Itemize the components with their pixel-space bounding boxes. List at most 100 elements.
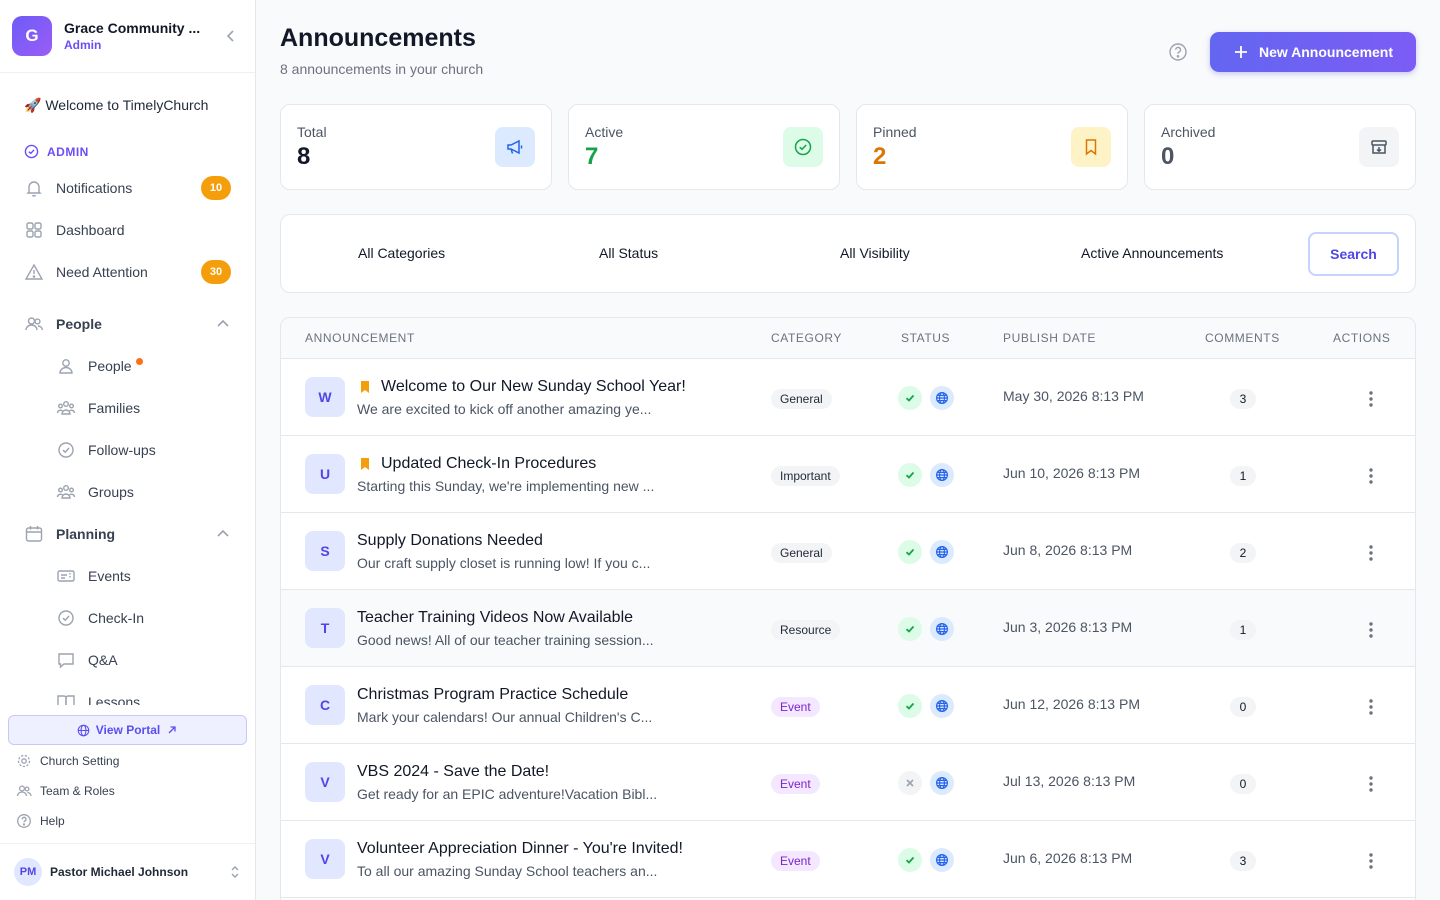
sidebar-group-people[interactable]: People xyxy=(16,306,239,342)
stat-label: Active xyxy=(585,124,624,140)
announcement-description: To all our amazing Sunday School teacher… xyxy=(357,863,658,879)
table-header: ANNOUNCEMENT CATEGORY STATUS PUBLISH DAT… xyxy=(281,318,1415,359)
help-label: Help xyxy=(40,814,65,828)
category-badge: Important xyxy=(771,466,840,486)
category-badge: Event xyxy=(771,774,820,794)
announcement-title-text: Teacher Training Videos Now Available xyxy=(357,609,634,626)
announcement-description: We are excited to kick off another amazi… xyxy=(357,401,652,417)
sidebar-group-planning[interactable]: Planning xyxy=(16,516,239,552)
x-icon xyxy=(906,779,914,787)
active-status-icon xyxy=(898,463,922,487)
row-actions-button[interactable] xyxy=(1359,464,1383,488)
sidebar-item-label: Check-In xyxy=(88,610,145,626)
user-menu[interactable]: PM Pastor Michael Johnson xyxy=(0,843,255,900)
sidebar-item-need-attention[interactable]: Need Attention 30 xyxy=(16,254,239,290)
team-roles-link[interactable]: Team & Roles xyxy=(16,781,115,801)
sidebar-item-label: Need Attention xyxy=(56,264,148,280)
more-vertical-icon xyxy=(1369,853,1373,869)
comments-count: 3 xyxy=(1230,851,1256,871)
announcement-title[interactable]: Teacher Training Videos Now Available xyxy=(357,609,633,627)
table-row[interactable]: U Updated Check-In Procedures Starting thi… xyxy=(281,436,1415,513)
visibility-filter[interactable]: All Visibility xyxy=(840,245,910,261)
globe-icon xyxy=(936,700,948,712)
globe-icon xyxy=(936,546,948,558)
announcement-initial: S xyxy=(305,531,345,571)
table-row[interactable]: V Volunteer Appreciation Dinner - You're … xyxy=(281,821,1415,898)
sidebar-item-label: Events xyxy=(88,568,131,584)
row-actions-button[interactable] xyxy=(1359,618,1383,642)
welcome-link[interactable]: 🚀 Welcome to TimelyChurch xyxy=(24,97,208,114)
category-badge: Resource xyxy=(771,620,841,640)
active-status-icon xyxy=(898,540,922,564)
sidebar-item-dashboard[interactable]: Dashboard xyxy=(16,212,239,248)
comments-count: 0 xyxy=(1230,697,1256,717)
more-vertical-icon xyxy=(1369,699,1373,715)
help-circle-icon xyxy=(1169,43,1187,61)
scope-filter[interactable]: Active Announcements xyxy=(1081,245,1223,261)
avatar: PM xyxy=(14,858,42,886)
stat-label: Total xyxy=(297,124,327,140)
publish-date: Jun 10, 2026 8:13 PM xyxy=(1003,465,1140,481)
announcement-initial: W xyxy=(305,377,345,417)
more-vertical-icon xyxy=(1369,468,1373,484)
stat-value: 8 xyxy=(297,143,311,170)
table-row[interactable]: W Welcome to Our New Sunday School Year! W… xyxy=(281,359,1415,436)
sidebar-item-groups[interactable]: Groups xyxy=(48,474,238,510)
check-circle-icon xyxy=(783,127,823,167)
chevron-up-icon xyxy=(217,529,229,537)
check-icon xyxy=(905,625,915,633)
comments-count: 2 xyxy=(1230,543,1256,563)
comments-count: 3 xyxy=(1230,389,1256,409)
announcement-title[interactable]: Welcome to Our New Sunday School Year! xyxy=(357,378,686,396)
row-actions-button[interactable] xyxy=(1359,541,1383,565)
column-header: ANNOUNCEMENT xyxy=(305,331,415,345)
row-actions-button[interactable] xyxy=(1359,695,1383,719)
sidebar-item-people[interactable]: People xyxy=(48,348,238,384)
megaphone-icon xyxy=(495,127,535,167)
new-announcement-button[interactable]: New Announcement xyxy=(1210,32,1416,72)
publish-date: Jun 12, 2026 8:13 PM xyxy=(1003,696,1140,712)
announcement-title-text: Welcome to Our New Sunday School Year! xyxy=(381,378,686,395)
comments-count: 0 xyxy=(1230,774,1256,794)
status-filter[interactable]: All Status xyxy=(599,245,658,261)
church-setting-link[interactable]: Church Setting xyxy=(16,751,119,771)
announcement-title[interactable]: Updated Check-In Procedures xyxy=(357,455,596,473)
publish-date: Jun 3, 2026 8:13 PM xyxy=(1003,619,1133,635)
sidebar-item-followups[interactable]: Follow-ups xyxy=(48,432,238,468)
sidebar-item-qa[interactable]: Q&A xyxy=(48,642,238,678)
sidebar-item-checkin[interactable]: Check-In xyxy=(48,600,238,636)
sidebar-item-lessons[interactable]: Lessons xyxy=(48,684,238,705)
announcement-title[interactable]: Supply Donations Needed xyxy=(357,532,543,550)
org-header[interactable]: G Grace Community ... Admin xyxy=(0,0,255,73)
collapse-sidebar-button[interactable] xyxy=(219,24,243,48)
row-actions-button[interactable] xyxy=(1359,849,1383,873)
announcement-title[interactable]: VBS 2024 - Save the Date! xyxy=(357,763,549,781)
search-button[interactable]: Search xyxy=(1308,232,1399,276)
announcement-title[interactable]: Volunteer Appreciation Dinner - You're I… xyxy=(357,840,683,858)
view-portal-label: View Portal xyxy=(95,723,161,737)
table-row[interactable]: C Christmas Program Practice Schedule Mark… xyxy=(281,667,1415,744)
sidebar-group-label: People xyxy=(56,316,102,332)
table-row[interactable]: T Teacher Training Videos Now Available Go… xyxy=(281,590,1415,667)
view-portal-button[interactable]: View Portal xyxy=(8,715,247,745)
announcement-title[interactable]: Christmas Program Practice Schedule xyxy=(357,686,628,704)
help-button[interactable] xyxy=(1168,42,1188,62)
row-actions-button[interactable] xyxy=(1359,772,1383,796)
table-row[interactable]: S Supply Donations Needed Our craft supply… xyxy=(281,513,1415,590)
active-status-icon xyxy=(898,848,922,872)
column-header: STATUS xyxy=(901,331,951,345)
main-content: Announcements 8 announcements in your ch… xyxy=(256,0,1440,900)
help-link[interactable]: Help xyxy=(16,811,65,831)
admin-section-text: ADMIN xyxy=(47,144,89,159)
user-name: Pastor Michael Johnson xyxy=(50,865,189,879)
row-actions-button[interactable] xyxy=(1359,387,1383,411)
category-filter[interactable]: All Categories xyxy=(358,245,445,261)
sidebar-item-families[interactable]: Families xyxy=(48,390,238,426)
sidebar-item-events[interactable]: Events xyxy=(48,558,238,594)
announcement-title-text: Supply Donations Needed xyxy=(357,532,543,549)
sidebar-item-notifications[interactable]: Notifications 10 xyxy=(16,170,239,206)
public-visibility-icon xyxy=(930,463,954,487)
table-row[interactable]: V VBS 2024 - Save the Date! Get ready for … xyxy=(281,744,1415,821)
inactive-status-icon xyxy=(898,771,922,795)
category-badge: Event xyxy=(771,851,820,871)
